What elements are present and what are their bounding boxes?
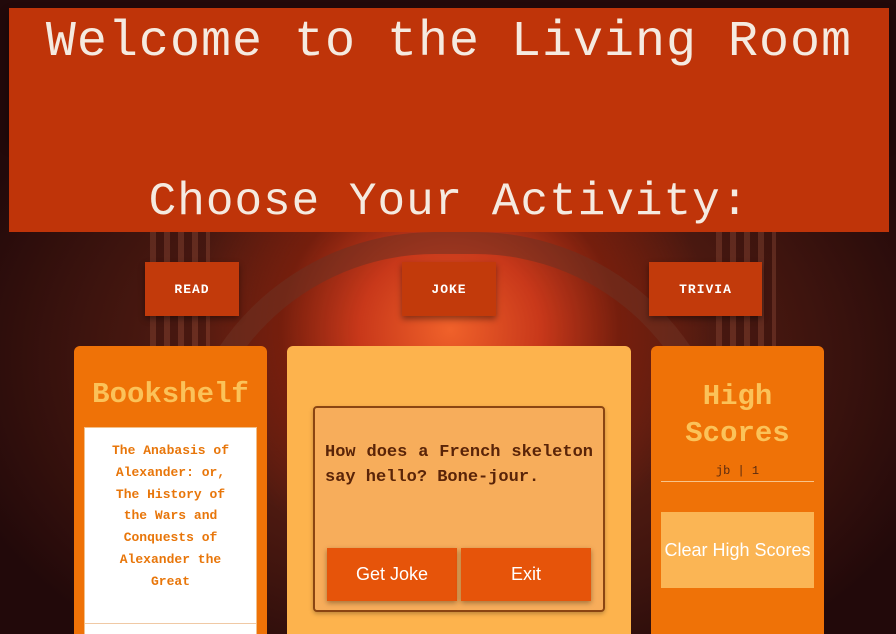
exit-button[interactable]: Exit (461, 548, 591, 601)
high-scores-title: High Scores (685, 380, 790, 450)
read-button[interactable]: READ (145, 262, 239, 316)
joke-button[interactable]: JOKE (402, 262, 496, 316)
bookshelf-panel: Bookshelf The Anabasis of Alexander: or,… (74, 346, 267, 634)
joke-card: How does a French skeleton say hello? Bo… (313, 406, 605, 612)
joke-panel: How does a French skeleton say hello? Bo… (287, 346, 631, 634)
book-title: The Anabasis of Alexander: or, The Histo… (111, 443, 230, 589)
joke-text: How does a French skeleton say hello? Bo… (325, 443, 593, 487)
bookshelf-title: Bookshelf (92, 378, 249, 411)
high-scores-panel: High Scores jb | 1 Clear High Scores (651, 346, 824, 634)
page-title: Welcome to the Living Room (9, 8, 889, 140)
high-score-entry: jb | 1 (661, 464, 814, 482)
book-divider (85, 623, 256, 624)
get-joke-button[interactable]: Get Joke (327, 548, 457, 601)
clear-high-scores-button[interactable]: Clear High Scores (661, 512, 814, 588)
book-item[interactable]: The Anabasis of Alexander: or, The Histo… (84, 427, 257, 634)
activity-heading: Choose Your Activity: (9, 140, 889, 232)
trivia-button[interactable]: TRIVIA (649, 262, 762, 316)
